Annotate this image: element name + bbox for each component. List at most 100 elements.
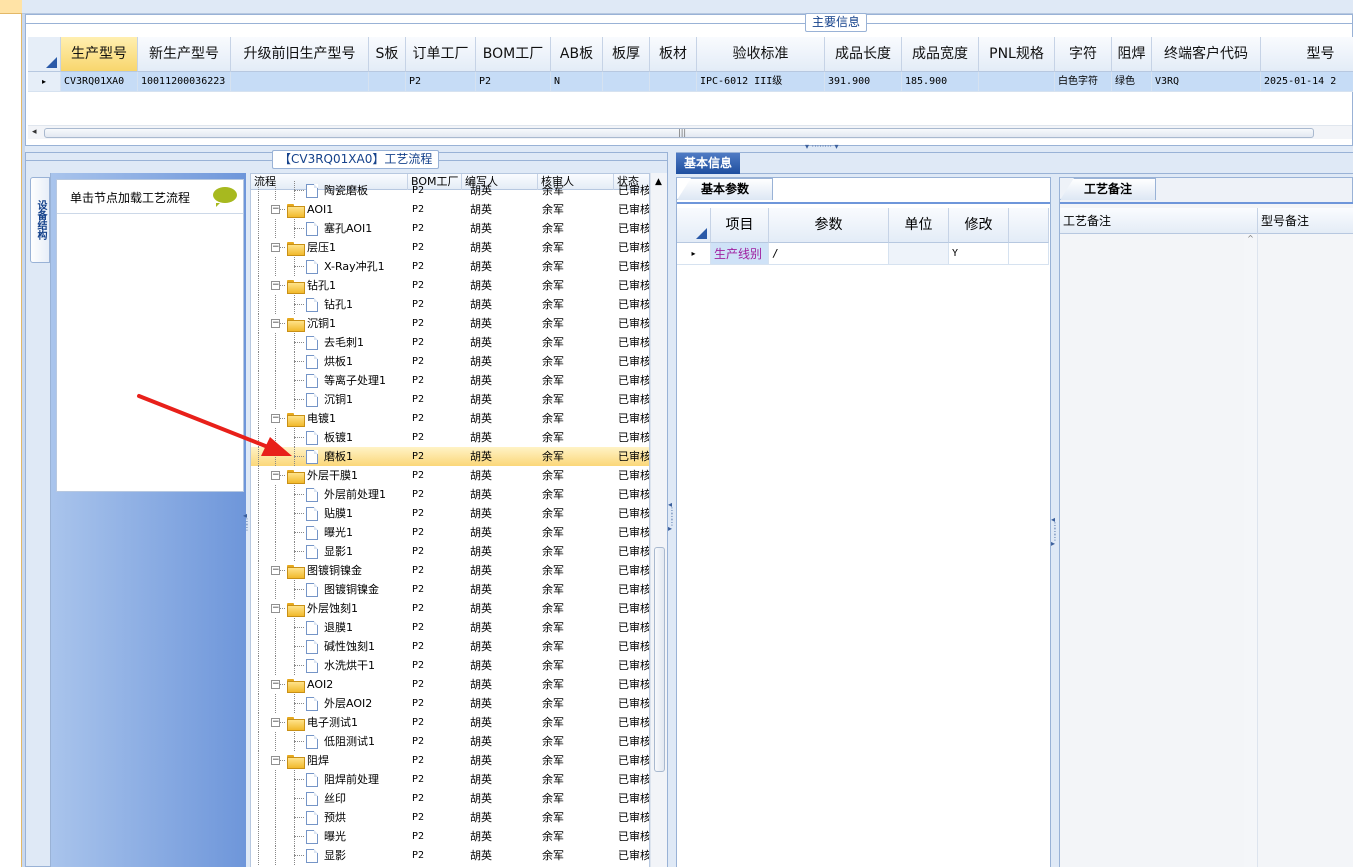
collapse-icon[interactable]: − — [271, 756, 280, 765]
tree-row[interactable]: 曝光1 P2 胡英 余军 已审核 — [251, 523, 649, 542]
tree-row[interactable]: 外层AOI2 P2 胡英 余军 已审核 — [251, 694, 649, 713]
main-grid-header-col-model[interactable]: 生产型号 — [61, 37, 138, 72]
speech-bubble-icon[interactable] — [213, 187, 237, 207]
main-grid-header-col-bom-factory[interactable]: BOM工厂 — [476, 37, 551, 72]
notes-col-model[interactable]: 型号备注 — [1258, 208, 1353, 234]
tree-row[interactable]: − 沉铜1 P2 胡英 余军 已审核 — [251, 314, 649, 333]
params-grid-corner[interactable] — [677, 208, 711, 243]
main-grid-cell-col-type[interactable]: 2025-01-14 2 — [1261, 72, 1353, 92]
tree-row[interactable]: 图镀铜镍金 P2 胡英 余军 已审核 — [251, 580, 649, 599]
tab-equipment-structure[interactable]: 设备结构 — [30, 177, 50, 263]
main-grid-header-col-width[interactable]: 成品宽度 — [902, 37, 979, 72]
main-grid-cell-col-ab-board[interactable]: N — [551, 72, 603, 92]
main-grid-cell-col-width[interactable]: 185.900 — [902, 72, 979, 92]
tree-row[interactable]: 板镀1 P2 胡英 余军 已审核 — [251, 428, 649, 447]
tree-row[interactable]: 外层前处理1 P2 胡英 余军 已审核 — [251, 485, 649, 504]
notes-scrollbar[interactable]: ^ — [1244, 234, 1258, 867]
tree-row[interactable]: 低阻测试1 P2 胡英 余军 已审核 — [251, 732, 649, 751]
tree-row[interactable]: 贴膜1 P2 胡英 余军 已审核 — [251, 504, 649, 523]
tree-row[interactable]: − 电子测试1 P2 胡英 余军 已审核 — [251, 713, 649, 732]
collapse-icon[interactable]: − — [271, 471, 280, 480]
tree-row[interactable]: 退膜1 P2 胡英 余军 已审核 — [251, 618, 649, 637]
tree-row[interactable]: − 阻焊 P2 胡英 余军 已审核 — [251, 751, 649, 770]
main-grid-cell-col-solder-mask[interactable]: 绿色 — [1112, 72, 1152, 92]
collapse-icon[interactable]: − — [271, 243, 280, 252]
main-grid-row[interactable]: ▸ CV3RQ01XA0 10011200036223 P2 P2 N IPC-6012 … — [28, 72, 1353, 92]
collapse-icon[interactable]: − — [271, 205, 280, 214]
params-col-unit[interactable]: 单位 — [889, 208, 949, 243]
tab-basic-info[interactable]: 基本信息 — [676, 153, 740, 174]
main-grid-header-col-pnl[interactable]: PNL规格 — [979, 37, 1055, 72]
collapse-icon[interactable]: − — [271, 281, 280, 290]
collapse-icon[interactable]: − — [271, 604, 280, 613]
tree-row[interactable]: X-Ray冲孔1 P2 胡英 余军 已审核 — [251, 257, 649, 276]
tree-row[interactable]: − 图镀铜镍金 P2 胡英 余军 已审核 — [251, 561, 649, 580]
collapse-icon[interactable]: − — [271, 680, 280, 689]
main-grid-cell-col-old-model[interactable] — [231, 72, 369, 92]
notes-col-process[interactable]: 工艺备注 — [1060, 208, 1258, 234]
main-grid-header-col-material[interactable]: 板材 — [650, 37, 697, 72]
tree-row[interactable]: − 外层蚀刻1 P2 胡英 余军 已审核 — [251, 599, 649, 618]
tree-row[interactable]: 预烘 P2 胡英 余军 已审核 — [251, 808, 649, 827]
params-col-param[interactable]: 参数 — [769, 208, 889, 243]
collapse-icon[interactable]: − — [271, 566, 280, 575]
horizontal-scrollbar[interactable]: ◂ ||| — [28, 125, 1352, 139]
main-grid-header-col-customer-code[interactable]: 终端客户代码 — [1152, 37, 1261, 72]
tree-row[interactable]: 钻孔1 P2 胡英 余军 已审核 — [251, 295, 649, 314]
collapse-icon[interactable]: − — [271, 718, 280, 727]
param-item[interactable]: 生产线别 — [711, 243, 769, 265]
main-grid-header-col-thickness[interactable]: 板厚 — [603, 37, 650, 72]
tree-row[interactable]: 碱性蚀刻1 P2 胡英 余军 已审核 — [251, 637, 649, 656]
tree-row[interactable]: − 电镀1 P2 胡英 余军 已审核 — [251, 409, 649, 428]
main-grid-header-col-ab-board[interactable]: AB板 — [551, 37, 603, 72]
tree-row[interactable]: 陶瓷磨板 P2 胡英 余军 已审核 — [251, 181, 649, 200]
main-grid-header-col-order-factory[interactable]: 订单工厂 — [406, 37, 476, 72]
main-grid-cell-col-acceptance[interactable]: IPC-6012 III级 — [697, 72, 825, 92]
scroll-thumb[interactable] — [654, 547, 665, 772]
main-grid-header-col-new-model[interactable]: 新生产型号 — [138, 37, 231, 72]
vertical-splitter-right[interactable]: ◂ ⋮ ⋮ ⋮ ▸ — [1051, 177, 1059, 867]
main-grid-cell-col-customer-code[interactable]: V3RQ — [1152, 72, 1261, 92]
tree-row[interactable]: 丝印 P2 胡英 余军 已审核 — [251, 789, 649, 808]
param-modify[interactable]: Y — [949, 243, 1009, 265]
main-grid-cell-col-character[interactable]: 白色字符 — [1055, 72, 1112, 92]
vertical-splitter-middle[interactable]: ◂ ⋮ ⋮ ⋮ ▸ — [668, 152, 676, 867]
scroll-up-icon[interactable]: ^ — [1247, 234, 1254, 243]
param-unit[interactable] — [889, 243, 949, 265]
tree-row[interactable]: − 层压1 P2 胡英 余军 已审核 — [251, 238, 649, 257]
grid-corner[interactable] — [28, 37, 61, 72]
tree-row[interactable]: 水洗烘干1 P2 胡英 余军 已审核 — [251, 656, 649, 675]
tree-vertical-scrollbar[interactable]: ▲ — [650, 173, 667, 867]
node-panel-header[interactable]: 单击节点加载工艺流程 — [57, 180, 243, 214]
tree-row[interactable]: 沉铜1 P2 胡英 余军 已审核 — [251, 390, 649, 409]
tree-row[interactable]: 磨板1 P2 胡英 余军 已审核 — [251, 447, 649, 466]
main-grid-cell-col-bom-factory[interactable]: P2 — [476, 72, 551, 92]
tree-row[interactable]: − AOI2 P2 胡英 余军 已审核 — [251, 675, 649, 694]
tree-row[interactable]: − 外层干膜1 P2 胡英 余军 已审核 — [251, 466, 649, 485]
tree-row[interactable]: 去毛刺1 P2 胡英 余军 已审核 — [251, 333, 649, 352]
main-grid-cell-col-material[interactable] — [650, 72, 697, 92]
scroll-left-icon[interactable]: ◂ — [32, 127, 37, 137]
params-col-modify[interactable]: 修改 — [949, 208, 1009, 243]
main-grid-cell-col-thickness[interactable] — [603, 72, 650, 92]
tree-row[interactable]: 塞孔AOI1 P2 胡英 余军 已审核 — [251, 219, 649, 238]
tab-basic-params[interactable]: 基本参数 — [677, 178, 773, 200]
tree-row[interactable]: − AOI1 P2 胡英 余军 已审核 — [251, 200, 649, 219]
param-value[interactable]: / — [769, 243, 889, 265]
main-grid-header-col-old-model[interactable]: 升级前旧生产型号 — [231, 37, 369, 72]
tree-row[interactable]: 曝光 P2 胡英 余军 已审核 — [251, 827, 649, 846]
main-grid-cell-col-length[interactable]: 391.900 — [825, 72, 902, 92]
main-grid-cell-col-new-model[interactable]: 10011200036223 — [138, 72, 231, 92]
collapse-icon[interactable]: − — [271, 319, 280, 328]
main-grid-header-col-length[interactable]: 成品长度 — [825, 37, 902, 72]
tree-row[interactable]: 显影1 P2 胡英 余军 已审核 — [251, 542, 649, 561]
main-grid-cell-col-s-board[interactable] — [369, 72, 406, 92]
main-grid-header-col-s-board[interactable]: S板 — [369, 37, 406, 72]
tree-row[interactable]: 显影 P2 胡英 余军 已审核 — [251, 846, 649, 865]
tree-row[interactable]: 等离子处理1 P2 胡英 余军 已审核 — [251, 371, 649, 390]
main-grid-header-col-acceptance[interactable]: 验收标准 — [697, 37, 825, 72]
main-grid-header-col-type[interactable]: 型号 — [1261, 37, 1353, 72]
tree-row[interactable]: 阻焊前处理 P2 胡英 余军 已审核 — [251, 770, 649, 789]
main-grid-header-col-solder-mask[interactable]: 阻焊 — [1112, 37, 1152, 72]
main-grid-cell-col-pnl[interactable] — [979, 72, 1055, 92]
